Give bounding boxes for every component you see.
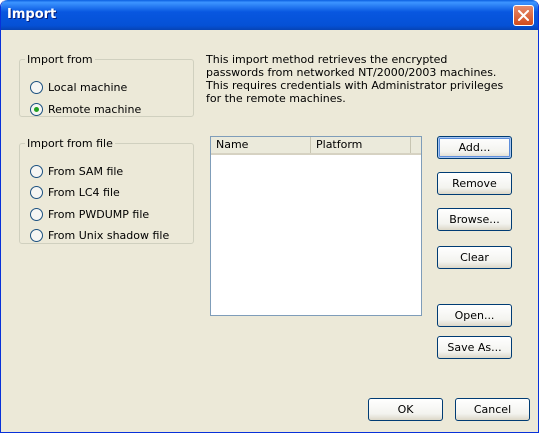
- column-header-name[interactable]: Name: [211, 137, 311, 153]
- import-from-legend: Import from: [27, 53, 93, 66]
- radio-local-machine[interactable]: Local machine: [30, 79, 127, 95]
- radio-label: Remote machine: [48, 102, 142, 116]
- open-button[interactable]: Open...: [437, 304, 512, 327]
- radio-label: Local machine: [48, 80, 128, 94]
- description-line: This requires credentials with Administr…: [206, 79, 504, 92]
- save-as-button[interactable]: Save As...: [437, 336, 512, 359]
- radio-label: From SAM file: [48, 164, 124, 178]
- import-from-file-legend: Import from file: [27, 137, 113, 150]
- radio-remote-machine[interactable]: Remote machine: [30, 101, 141, 117]
- radio-button[interactable]: [30, 102, 43, 116]
- window-title: Import: [7, 7, 57, 22]
- radio-from-unix-shadow-file[interactable]: From Unix shadow file: [30, 227, 169, 243]
- browse-button[interactable]: Browse...: [437, 208, 512, 231]
- radio-label: From LC4 file: [48, 185, 120, 199]
- ok-button[interactable]: OK: [368, 398, 443, 421]
- radio-from-pwdump-file[interactable]: From PWDUMP file: [30, 206, 149, 222]
- description-line: passwords from networked NT/2000/2003 ma…: [206, 66, 497, 79]
- import-from-file-group: Import from file From SAM file From LC4 …: [19, 137, 194, 244]
- dialog-client-area: Import from Local machine Remote machine…: [4, 30, 535, 430]
- description-line: for the remote machines.: [206, 92, 346, 105]
- import-method-description: This import method retrieves the encrypt…: [206, 53, 504, 105]
- clear-button[interactable]: Clear: [437, 246, 512, 269]
- close-button[interactable]: [513, 5, 534, 26]
- import-dialog: Import Import from Local machine Remote …: [0, 0, 539, 433]
- radio-button[interactable]: [30, 207, 43, 221]
- radio-from-lc4-file[interactable]: From LC4 file: [30, 184, 120, 200]
- radio-button[interactable]: [30, 164, 43, 178]
- machine-list[interactable]: Name Platform: [210, 136, 422, 316]
- radio-button[interactable]: [30, 185, 43, 199]
- import-from-group: Import from Local machine Remote machine: [19, 53, 194, 117]
- column-header-platform[interactable]: Platform: [311, 137, 411, 153]
- list-header: Name Platform: [211, 137, 421, 155]
- radio-button[interactable]: [30, 228, 43, 242]
- radio-from-sam-file[interactable]: From SAM file: [30, 163, 123, 179]
- radio-button[interactable]: [30, 80, 43, 94]
- remove-button[interactable]: Remove: [437, 172, 512, 195]
- add-button[interactable]: Add...: [437, 136, 512, 159]
- description-line: This import method retrieves the encrypt…: [206, 53, 448, 66]
- radio-label: From PWDUMP file: [48, 207, 150, 221]
- radio-label: From Unix shadow file: [48, 228, 170, 242]
- close-icon: [518, 10, 529, 21]
- title-bar[interactable]: Import: [1, 0, 538, 30]
- cancel-button[interactable]: Cancel: [455, 398, 530, 421]
